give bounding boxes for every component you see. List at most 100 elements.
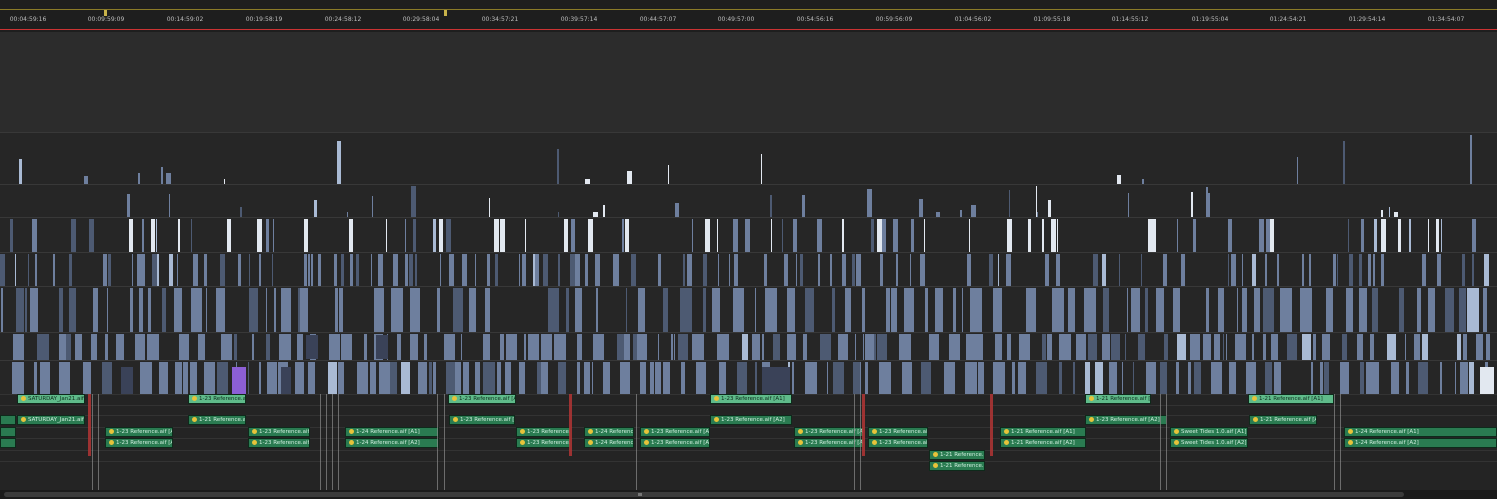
video-clip[interactable] bbox=[266, 334, 270, 361]
video-clip[interactable] bbox=[1102, 254, 1106, 287]
video-clip[interactable] bbox=[1263, 334, 1266, 361]
video-clip[interactable] bbox=[615, 254, 619, 287]
video-clip[interactable] bbox=[1414, 334, 1420, 361]
video-clip[interactable] bbox=[989, 254, 993, 287]
video-clip[interactable] bbox=[1370, 254, 1371, 287]
video-clip[interactable] bbox=[717, 334, 729, 361]
video-clip[interactable] bbox=[874, 334, 876, 361]
video-clip[interactable] bbox=[1237, 288, 1238, 333]
video-clip[interactable] bbox=[1, 288, 3, 333]
video-clip[interactable] bbox=[818, 254, 820, 287]
video-clip[interactable] bbox=[1042, 219, 1044, 253]
video-clip[interactable] bbox=[787, 288, 795, 333]
video-clip[interactable] bbox=[130, 288, 133, 333]
video-clip[interactable] bbox=[1231, 254, 1236, 287]
video-clip[interactable] bbox=[440, 254, 441, 287]
timeline-ruler[interactable]: 00:04:59:16 00:09:59:09 00:14:59:02 00:19:5… bbox=[0, 0, 1497, 32]
video-clip[interactable] bbox=[557, 149, 559, 185]
audio-clip[interactable]: 1-21 Reference.aif [A2] bbox=[1249, 415, 1317, 425]
video-clip[interactable] bbox=[1193, 219, 1196, 253]
video-clip[interactable] bbox=[216, 288, 225, 333]
video-clip[interactable] bbox=[675, 203, 679, 218]
video-clip[interactable] bbox=[1242, 288, 1247, 333]
video-clip[interactable] bbox=[802, 195, 805, 218]
video-clip[interactable] bbox=[318, 254, 321, 287]
audio-clip[interactable]: 1-23 Reference.aif [A1] bbox=[248, 427, 310, 437]
video-clip[interactable] bbox=[386, 219, 387, 253]
work-area-bar[interactable] bbox=[0, 9, 1497, 10]
video-clip[interactable] bbox=[444, 334, 455, 361]
video-clip[interactable] bbox=[933, 334, 939, 361]
video-clip[interactable] bbox=[300, 288, 308, 333]
video-clip[interactable] bbox=[15, 254, 16, 287]
video-clip[interactable] bbox=[91, 334, 97, 361]
video-clip[interactable] bbox=[1309, 254, 1311, 287]
video-clip[interactable] bbox=[617, 334, 624, 361]
video-clip[interactable] bbox=[1271, 334, 1278, 361]
video-clip[interactable] bbox=[745, 219, 750, 253]
audio-clip[interactable] bbox=[0, 438, 16, 448]
video-clip[interactable] bbox=[105, 334, 108, 361]
video-clip[interactable] bbox=[1459, 288, 1466, 333]
video-clip[interactable] bbox=[311, 254, 313, 287]
video-clip[interactable] bbox=[469, 288, 476, 333]
video-clip[interactable] bbox=[13, 334, 24, 361]
video-clip[interactable] bbox=[1235, 334, 1246, 361]
video-clip[interactable] bbox=[1326, 288, 1333, 333]
video-clip[interactable] bbox=[1472, 254, 1474, 287]
video-clip[interactable] bbox=[374, 288, 384, 333]
video-clip[interactable] bbox=[1051, 219, 1056, 253]
video-clip-thumbnail[interactable] bbox=[306, 335, 318, 359]
video-clip[interactable] bbox=[415, 254, 417, 287]
video-clip[interactable] bbox=[519, 254, 520, 287]
video-clip[interactable] bbox=[266, 288, 267, 333]
video-clip[interactable] bbox=[371, 254, 372, 287]
video-clip[interactable] bbox=[596, 288, 598, 333]
video-clip[interactable] bbox=[1026, 288, 1036, 333]
video-clip[interactable] bbox=[1141, 254, 1142, 287]
video-clip[interactable] bbox=[1047, 334, 1052, 361]
video-clip[interactable] bbox=[93, 288, 98, 333]
video-clip[interactable] bbox=[1191, 192, 1193, 218]
video-clip[interactable] bbox=[135, 334, 145, 361]
video-clip[interactable] bbox=[148, 288, 151, 333]
video-clip[interactable] bbox=[1048, 200, 1051, 218]
video-clip[interactable] bbox=[692, 334, 704, 361]
video-clip[interactable] bbox=[1068, 288, 1075, 333]
video-clip[interactable] bbox=[1007, 334, 1011, 361]
audio-clip[interactable]: 1-23 Reference.aif [A2] bbox=[248, 438, 310, 448]
video-clip[interactable] bbox=[1173, 288, 1180, 333]
video-clip[interactable] bbox=[16, 288, 24, 333]
video-clip[interactable] bbox=[1422, 334, 1428, 361]
video-clip[interactable] bbox=[314, 200, 317, 218]
video-clip[interactable] bbox=[487, 254, 490, 287]
video-clip[interactable] bbox=[506, 334, 517, 361]
video-clip[interactable] bbox=[107, 288, 108, 333]
video-clip[interactable] bbox=[439, 219, 443, 253]
video-clip[interactable] bbox=[1177, 219, 1178, 253]
video-clip[interactable] bbox=[129, 219, 133, 253]
video-clip[interactable] bbox=[1370, 334, 1374, 361]
video-clip[interactable] bbox=[522, 254, 526, 287]
timeline-marker[interactable] bbox=[444, 10, 447, 16]
audio-clip[interactable]: 1-23 Reference.aif [A1] bbox=[188, 394, 246, 404]
video-clip[interactable] bbox=[663, 288, 668, 333]
video-clip[interactable] bbox=[69, 288, 76, 333]
audio-clip[interactable]: Sweet Tides 1.0.aif [A2] bbox=[1170, 438, 1248, 448]
video-clip[interactable] bbox=[142, 219, 144, 253]
video-clip[interactable] bbox=[19, 159, 22, 185]
video-clip[interactable] bbox=[500, 219, 505, 253]
audio-clip[interactable]: 1-24 Reference.aif [A1] bbox=[345, 427, 439, 437]
video-clip[interactable] bbox=[1131, 288, 1140, 333]
video-clip[interactable] bbox=[658, 254, 661, 287]
video-clip[interactable] bbox=[1228, 254, 1229, 287]
video-clip[interactable] bbox=[1428, 219, 1429, 253]
video-clip[interactable] bbox=[627, 171, 632, 185]
audio-clip[interactable]: 1-21 Reference.aif [A2] bbox=[1000, 438, 1086, 448]
video-clip[interactable] bbox=[543, 254, 548, 287]
video-clip[interactable] bbox=[1263, 288, 1274, 333]
video-clip[interactable] bbox=[692, 219, 693, 253]
video-clip[interactable] bbox=[703, 288, 706, 333]
video-clip[interactable] bbox=[838, 334, 848, 361]
video-clip[interactable] bbox=[1405, 334, 1406, 361]
